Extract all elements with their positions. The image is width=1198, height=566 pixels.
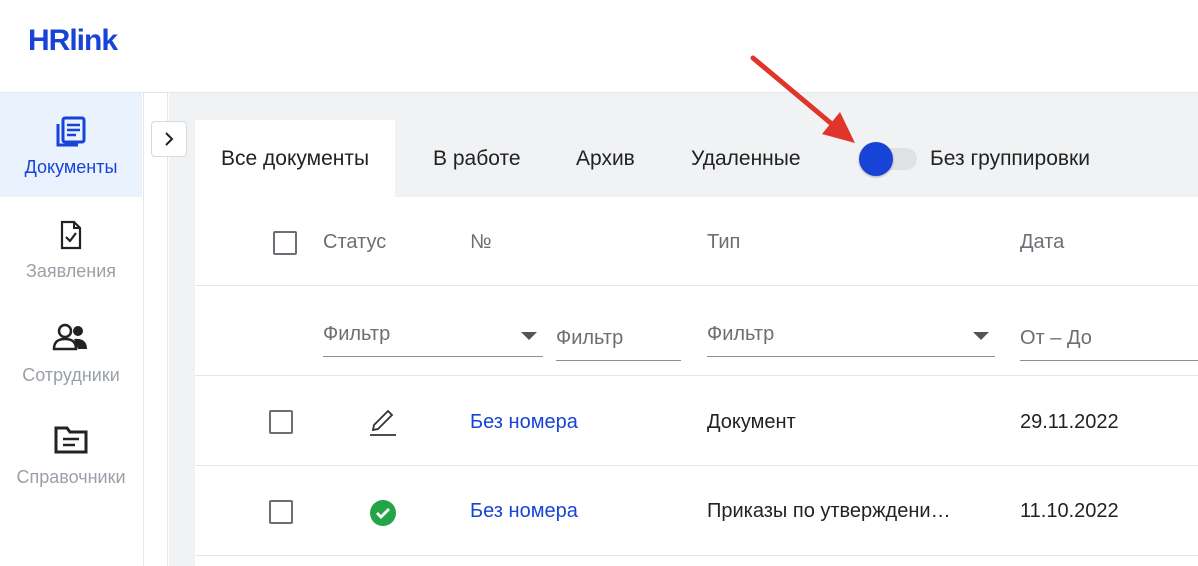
tab-in-progress[interactable]: В работе [407, 120, 547, 197]
chevron-down-icon [973, 332, 989, 340]
row-checkbox[interactable] [269, 410, 293, 434]
check-circle-icon [370, 500, 396, 526]
document-date: 29.11.2022 [1020, 411, 1119, 433]
column-header-number[interactable]: № [470, 231, 491, 254]
hrlink-logo[interactable]: HRlink [28, 24, 138, 64]
folder-icon [54, 426, 88, 454]
sidebar-item-documents[interactable]: Документы [0, 93, 142, 197]
grouping-toggle-label: Без группировки [930, 147, 1090, 170]
documents-table: Статус № Тип Дата Фильтр Фильтр Фильтр О… [195, 197, 1198, 566]
main-content: Все документы В работе Архив Удаленные Б… [169, 93, 1198, 566]
divider [195, 375, 1198, 376]
tab-archive[interactable]: Архив [550, 120, 661, 197]
divider [195, 555, 1198, 556]
top-bar: HRlink [0, 0, 1198, 93]
sidebar-item-directories[interactable]: Справочники [0, 405, 142, 509]
date-range-filter[interactable]: От – До [1020, 319, 1198, 361]
column-header-type[interactable]: Тип [707, 231, 740, 254]
application-check-icon [60, 220, 82, 250]
status-filter-placeholder: Фильтр [323, 323, 391, 345]
divider [195, 285, 1198, 286]
document-date: 11.10.2022 [1020, 500, 1119, 522]
sidebar-gutter [144, 93, 168, 566]
sidebar-item-applications[interactable]: Заявления [0, 197, 142, 301]
document-number-link[interactable]: Без номера [470, 411, 578, 434]
logo-text: HRlink [28, 24, 118, 57]
document-number-link[interactable]: Без номера [470, 500, 578, 523]
sidebar-item-label: Заявления [25, 261, 117, 281]
tab-all-documents[interactable]: Все документы [195, 120, 396, 197]
number-filter-input[interactable]: Фильтр [556, 319, 681, 361]
type-filter-select[interactable]: Фильтр [707, 315, 995, 357]
status-filter-select[interactable]: Фильтр [323, 315, 543, 357]
sidebar-item-label: Документы [24, 157, 118, 177]
employees-icon [52, 323, 87, 351]
select-all-checkbox[interactable] [273, 231, 297, 255]
sidebar-item-employees[interactable]: Сотрудники [0, 301, 142, 405]
document-type: Документ [707, 411, 796, 433]
row-checkbox[interactable] [269, 500, 293, 524]
type-filter-placeholder: Фильтр [707, 323, 775, 345]
sidebar-item-label: Сотрудники [22, 365, 120, 385]
divider [195, 465, 1198, 466]
chevron-down-icon [521, 332, 537, 340]
chevron-right-icon [165, 132, 174, 146]
toggle-knob [859, 142, 893, 176]
tab-deleted[interactable]: Удаленные [665, 120, 827, 197]
grouping-toggle[interactable] [859, 142, 919, 176]
sidebar-item-label: Справочники [16, 467, 126, 487]
expand-sidebar-button[interactable] [151, 121, 187, 157]
column-header-date[interactable]: Дата [1020, 231, 1064, 254]
edit-pencil-icon [370, 409, 396, 436]
documents-icon [56, 116, 86, 147]
column-header-status[interactable]: Статус [323, 231, 386, 254]
tabs-bar: Все документы В работе Архив Удаленные Б… [195, 120, 1198, 197]
document-type: Приказы по утверждени… [707, 500, 951, 522]
date-filter-placeholder: От – До [1020, 327, 1092, 349]
sidebar: Документы Заявления Сотрудники Справочни… [0, 93, 144, 566]
number-filter-placeholder: Фильтр [556, 327, 624, 349]
